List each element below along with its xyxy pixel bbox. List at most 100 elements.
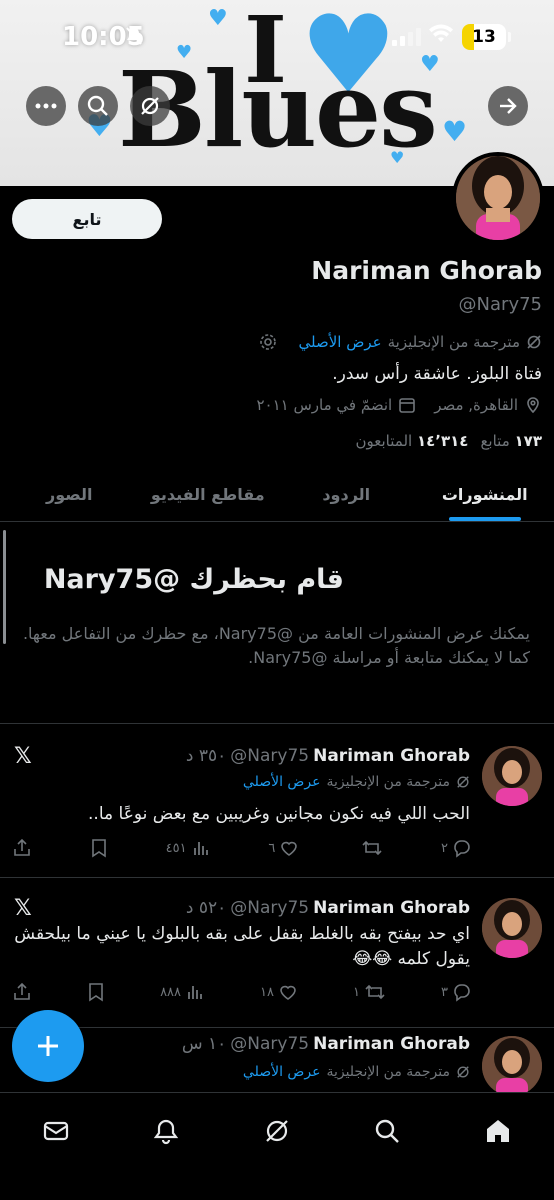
nav-home[interactable]	[478, 1111, 518, 1151]
tweet-translation-row: مترجمة من الإنجليزية عرض الأصلي	[243, 774, 470, 790]
tweet-author-name[interactable]: Nariman Ghorab	[313, 1034, 470, 1054]
bookmark-button[interactable]	[87, 982, 105, 1002]
profile-joined: انضمّ في مارس ٢٠١١	[256, 396, 393, 414]
calendar-icon	[399, 398, 416, 413]
bookmark-button[interactable]	[90, 838, 108, 858]
bookmark-icon	[92, 839, 106, 858]
tweet-header: Nariman Ghorab @Nary75 ٥٢٠ د	[186, 898, 470, 918]
profile-location: القاهرة, مصر	[434, 396, 518, 414]
translated-label: مترجمة من الإنجليزية	[387, 333, 520, 351]
tweet[interactable]: Nariman Ghorab @Nary75 ٥٢٠ د 𝕏 اي حد بيف…	[0, 878, 554, 1028]
wifi-icon	[428, 24, 454, 48]
show-original-link[interactable]: عرض الأصلي	[299, 333, 382, 351]
bio-translation-row: مترجمة من الإنجليزية عرض الأصلي	[259, 333, 542, 351]
battery-icon: 13	[462, 24, 506, 50]
views-icon	[188, 986, 202, 999]
more-icon	[35, 103, 57, 109]
tweet-text: الحب اللي فيه نكون مجانين وغريبين مع بعض…	[88, 804, 470, 824]
blocked-description: يمكنك عرض المنشورات العامة من @Nary75، م…	[22, 624, 530, 667]
blocked-title: قام بحظرك @Nary75	[43, 564, 344, 595]
tweet-author-handle: @Nary75	[230, 1034, 310, 1054]
nav-notifications[interactable]	[146, 1111, 186, 1151]
repost-button[interactable]	[357, 838, 383, 858]
grok-icon	[141, 97, 159, 115]
views-button[interactable]: ٨٨٨	[160, 982, 205, 1002]
status-bar: 10:05 13	[0, 0, 554, 76]
tweet-actions: ٣ ١ ١٨ ٨٨٨	[12, 982, 472, 1002]
following-count: ١٧٣	[514, 432, 542, 450]
tweet-text: اي حد بيفتح بقه بالغلط بقفل على بقه بالب…	[14, 924, 470, 969]
follow-counts: ١٧٣ متابع ١٤٬٣١٤ المتابعون	[356, 432, 543, 450]
tab-photos[interactable]: الصور	[0, 468, 139, 521]
tweet-author-handle: @Nary75	[230, 746, 310, 766]
nav-messages[interactable]	[36, 1111, 76, 1151]
back-button[interactable]	[488, 86, 528, 126]
repost-button[interactable]: ١	[353, 982, 386, 1002]
nav-grok[interactable]	[257, 1111, 297, 1151]
grok-icon	[527, 335, 541, 349]
location-icon	[527, 397, 539, 414]
reply-icon	[454, 840, 470, 858]
nav-search[interactable]	[367, 1111, 407, 1151]
share-button[interactable]	[12, 982, 32, 1002]
views-icon	[193, 842, 208, 855]
search-button[interactable]	[78, 86, 118, 126]
bottom-navigation	[0, 1092, 554, 1200]
silent-bell-icon	[124, 26, 144, 50]
share-button[interactable]	[12, 838, 32, 858]
reply-icon	[454, 984, 470, 1002]
tweet-author-name[interactable]: Nariman Ghorab	[313, 898, 470, 918]
translated-label: مترجمة من الإنجليزية	[326, 774, 450, 790]
bell-icon	[153, 1119, 179, 1145]
battery-level: 13	[472, 27, 496, 47]
tab-videos[interactable]: مقاطع الفيديو	[139, 468, 278, 521]
heart-icon	[281, 841, 298, 856]
profile-bio: فتاة البلوز. عاشقة رأس سدر.	[332, 364, 542, 384]
tweet-time: ٣٥٠ د	[185, 746, 227, 766]
compose-button[interactable]	[12, 1010, 84, 1082]
tweet-avatar[interactable]	[482, 1036, 542, 1092]
following-link[interactable]: ١٧٣ متابع	[480, 432, 542, 450]
repost-count: ١	[353, 984, 360, 1000]
views-button[interactable]: ٤٥١	[166, 838, 211, 858]
blocked-notice: قام بحظرك @Nary75 يمكنك عرض المنشورات ال…	[0, 524, 554, 724]
search-icon	[87, 95, 108, 116]
view-count: ٤٥١	[165, 840, 187, 856]
share-icon	[14, 838, 30, 856]
tweet-avatar[interactable]	[482, 746, 542, 806]
like-count: ١٨	[260, 984, 274, 1000]
arrow-right-icon	[500, 98, 517, 114]
heart-icon	[280, 985, 296, 1000]
reply-button[interactable]: ٣	[441, 982, 472, 1002]
like-button[interactable]: ١٨	[260, 982, 298, 1002]
gear-icon[interactable]	[259, 333, 277, 351]
show-original-link[interactable]: عرض الأصلي	[243, 1064, 321, 1080]
like-button[interactable]: ٦	[268, 838, 299, 858]
repost-icon	[362, 840, 382, 856]
tweet-translation-row: مترجمة من الإنجليزية عرض الأصلي	[243, 1064, 470, 1080]
followers-label: المتابعون	[355, 432, 413, 450]
followers-count: ١٤٬٣١٤	[416, 432, 469, 450]
repost-icon	[365, 984, 385, 1000]
tweet[interactable]: Nariman Ghorab @Nary75 ٣٥٠ د 𝕏 مترجمة من…	[0, 726, 554, 878]
follow-button[interactable]: تابع	[12, 199, 162, 239]
grok-button[interactable]	[130, 86, 170, 126]
followers-link[interactable]: ١٤٬٣١٤ المتابعون	[356, 432, 469, 450]
show-original-link[interactable]: عرض الأصلي	[243, 774, 321, 790]
mail-icon	[43, 1121, 69, 1141]
profile-name: Nariman Ghorab	[311, 256, 542, 285]
more-options-button[interactable]	[26, 86, 66, 126]
reply-button[interactable]: ٢	[441, 838, 472, 858]
tweet-avatar[interactable]	[482, 898, 542, 958]
tab-replies[interactable]: الردود	[277, 468, 416, 521]
following-label: متابع	[480, 432, 510, 450]
tweet-author-name[interactable]: Nariman Ghorab	[313, 746, 470, 766]
signal-icon	[392, 28, 421, 46]
bookmark-icon	[89, 983, 103, 1002]
profile-avatar[interactable]	[452, 152, 544, 244]
grok-icon	[457, 1066, 469, 1078]
reply-count: ٣	[441, 984, 448, 1000]
tab-posts[interactable]: المنشورات	[416, 468, 554, 521]
profile-meta: القاهرة, مصر انضمّ في مارس ٢٠١١	[256, 396, 542, 414]
tweet-header: Nariman Ghorab @Nary75 ٣٥٠ د	[186, 746, 470, 766]
